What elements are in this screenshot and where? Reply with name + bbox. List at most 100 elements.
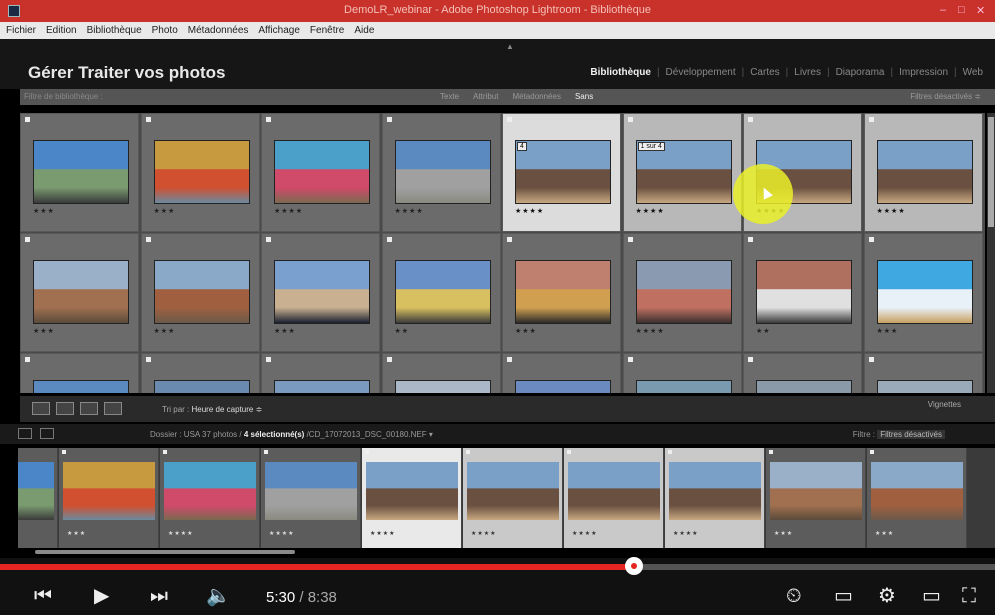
grid-cell[interactable]: ★★★ xyxy=(140,113,260,232)
grid-cell[interactable]: ★★ xyxy=(381,233,501,352)
star-rating[interactable]: ★★★★ xyxy=(395,207,424,215)
photo-thumbnail[interactable] xyxy=(153,380,250,393)
photo-thumbnail[interactable] xyxy=(274,140,370,204)
flag-icon[interactable] xyxy=(25,357,30,362)
photo-thumbnail[interactable] xyxy=(635,380,732,393)
grid-cell[interactable] xyxy=(381,353,501,393)
star-rating[interactable]: ★★★ xyxy=(33,207,55,215)
filmstrip-thumbnail[interactable] xyxy=(770,462,862,520)
filter-none-option[interactable]: Sans xyxy=(575,92,593,101)
photo-thumbnail[interactable] xyxy=(153,140,250,204)
module-bibliothque[interactable]: Bibliothèque xyxy=(584,67,657,78)
grid-cell[interactable]: 4 ★★★★ xyxy=(502,113,621,232)
star-rating[interactable]: ★★★ xyxy=(33,327,55,335)
photo-thumbnail[interactable] xyxy=(756,260,852,324)
photo-thumbnail[interactable] xyxy=(274,380,370,393)
maximize-button[interactable]: □ xyxy=(958,4,965,16)
photo-thumbnail[interactable] xyxy=(876,140,973,204)
collapse-top-panel-icon[interactable]: ▲ xyxy=(506,42,514,51)
flag-icon[interactable] xyxy=(748,117,753,122)
menu-affichage[interactable]: Affichage xyxy=(258,25,300,36)
module-livres[interactable]: Livres xyxy=(788,67,827,78)
star-rating[interactable]: ★★ xyxy=(756,327,771,335)
flag-icon[interactable] xyxy=(386,237,392,242)
previous-icon[interactable]: ⏮ xyxy=(34,584,52,608)
star-rating[interactable]: ★★★★ xyxy=(274,207,303,215)
filmstrip-cell[interactable]: ★★★ xyxy=(766,448,866,548)
flag-icon[interactable] xyxy=(769,450,773,454)
module-impression[interactable]: Impression xyxy=(893,67,954,78)
play-icon[interactable]: ▶ xyxy=(94,584,109,608)
flag-icon[interactable] xyxy=(264,450,268,454)
filmstrip-cell[interactable]: ★★★★ xyxy=(160,448,260,548)
grid-cell[interactable] xyxy=(20,353,139,393)
photo-thumbnail[interactable] xyxy=(274,260,370,324)
filmstrip-cell[interactable] xyxy=(18,448,58,548)
filmstrip-cell[interactable]: ★★★★ xyxy=(463,448,563,548)
flag-icon[interactable] xyxy=(868,237,874,242)
flag-icon[interactable] xyxy=(386,357,392,362)
filter-preset-dropdown[interactable]: Filtres désactivés ≑ xyxy=(910,92,981,101)
photo-thumbnail[interactable] xyxy=(33,260,129,324)
compare-view-button[interactable] xyxy=(80,402,98,415)
grid-scrollbar[interactable] xyxy=(987,113,995,393)
filmstrip-thumbnail[interactable] xyxy=(467,462,559,520)
grid-cell[interactable]: ★★★ xyxy=(863,233,983,352)
filmstrip-cell[interactable]: ★★★★ xyxy=(261,448,361,548)
photo-thumbnail[interactable] xyxy=(635,260,732,324)
flag-icon[interactable] xyxy=(25,237,30,242)
filmstrip-thumbnail[interactable] xyxy=(265,462,357,520)
photo-thumbnail[interactable] xyxy=(33,140,129,204)
menu-fichier[interactable]: Fichier xyxy=(6,25,36,36)
flag-icon[interactable] xyxy=(870,450,874,454)
filmstrip-thumbnail[interactable] xyxy=(568,462,660,520)
filmstrip-cell[interactable]: ★★★ xyxy=(59,448,159,548)
flag-icon[interactable] xyxy=(507,357,512,362)
photo-thumbnail[interactable] xyxy=(876,380,973,393)
stack-badge[interactable]: 1 sur 4 xyxy=(637,142,665,151)
grid-cell[interactable]: ★★★ xyxy=(20,113,139,232)
filter-text-option[interactable]: Texte xyxy=(440,92,459,101)
main-window-button[interactable] xyxy=(18,428,32,439)
module-diaporama[interactable]: Diaporama xyxy=(830,67,891,78)
grid-cell[interactable] xyxy=(140,353,260,393)
flag-icon[interactable] xyxy=(266,117,271,122)
photo-thumbnail[interactable] xyxy=(153,260,250,324)
menu-aide[interactable]: Aide xyxy=(354,25,374,36)
filmstrip-thumbnail[interactable] xyxy=(63,462,155,520)
filmstrip-cell[interactable]: ★★★★ xyxy=(362,448,462,548)
star-rating[interactable]: ★★★ xyxy=(877,327,899,335)
minimize-button[interactable]: – xyxy=(940,4,946,16)
filmstrip-thumbnail[interactable] xyxy=(164,462,256,520)
grid-cell[interactable] xyxy=(863,353,983,393)
grid-cell[interactable]: 1 sur 4 ★★★★ xyxy=(622,113,742,232)
flag-icon[interactable] xyxy=(145,357,151,362)
flag-icon[interactable] xyxy=(668,450,672,454)
photo-thumbnail[interactable] xyxy=(876,260,973,324)
grid-cell[interactable]: ★★ xyxy=(743,233,862,352)
flag-icon[interactable] xyxy=(25,117,30,122)
flag-icon[interactable] xyxy=(567,450,571,454)
photo-thumbnail[interactable] xyxy=(33,380,129,393)
flag-icon[interactable] xyxy=(868,357,874,362)
star-rating[interactable]: ★★★ xyxy=(154,327,176,335)
flag-icon[interactable] xyxy=(507,117,512,122)
theater-mode-icon[interactable]: ▭ xyxy=(922,584,941,608)
module-dveloppement[interactable]: Développement xyxy=(660,67,742,78)
photo-thumbnail[interactable] xyxy=(394,140,491,204)
grid-cell[interactable] xyxy=(622,353,742,393)
menu-metadonnees[interactable]: Métadonnées xyxy=(188,25,249,36)
fullscreen-icon[interactable]: ⛶ xyxy=(962,584,976,608)
flag-icon[interactable] xyxy=(627,237,633,242)
source-folder[interactable]: Dossier : USA xyxy=(150,430,200,439)
filter-metadata-option[interactable]: Métadonnées xyxy=(512,92,560,101)
flag-icon[interactable] xyxy=(748,357,753,362)
grid-cell[interactable]: ★★★ xyxy=(261,233,380,352)
menu-photo[interactable]: Photo xyxy=(152,25,178,36)
star-rating[interactable]: ★★★ xyxy=(274,327,296,335)
filmstrip-thumbnail[interactable] xyxy=(366,462,458,520)
flag-icon[interactable] xyxy=(748,237,753,242)
star-rating[interactable]: ★★★★ xyxy=(515,207,544,215)
star-rating[interactable]: ★★★★ xyxy=(636,207,665,215)
flag-icon[interactable] xyxy=(62,450,66,454)
